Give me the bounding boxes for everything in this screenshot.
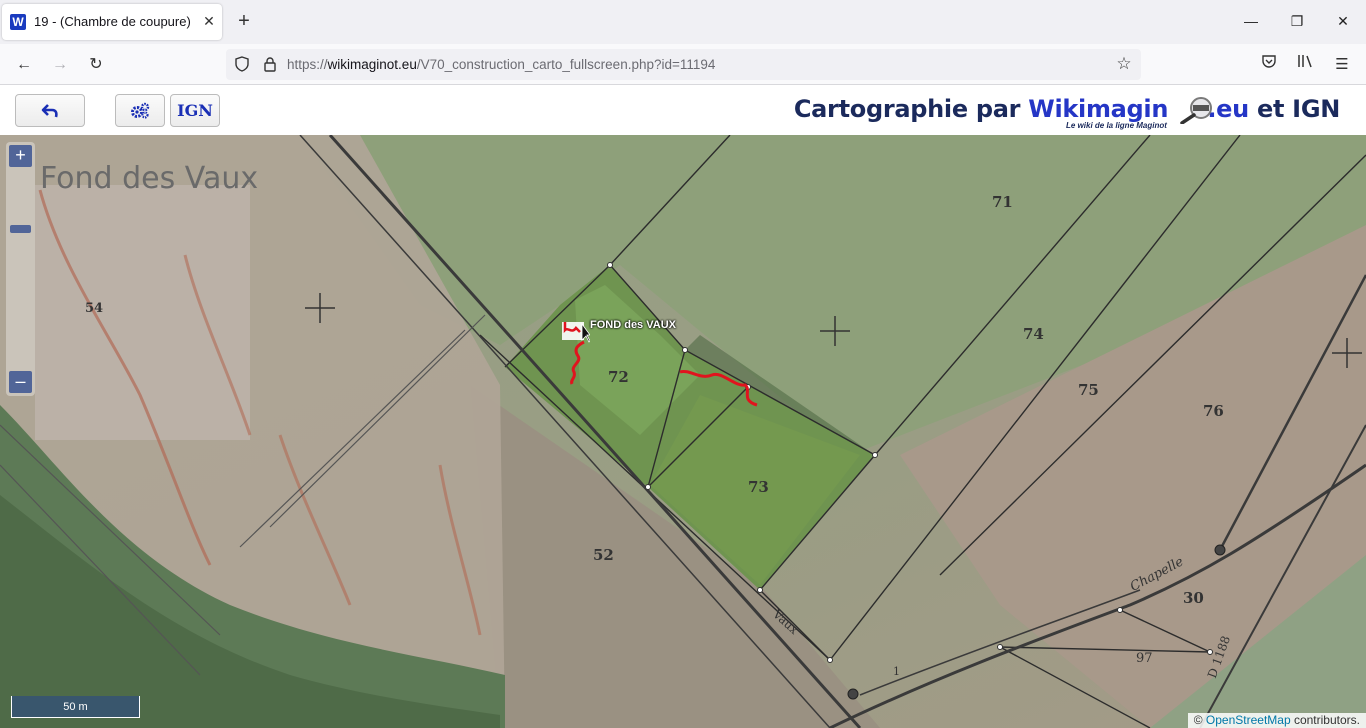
zoom-in-button[interactable]: + xyxy=(9,145,32,167)
menu-hamburger-icon[interactable]: ☰ xyxy=(1330,53,1354,77)
parcel-number: 1 xyxy=(893,665,900,678)
back-arrow-icon[interactable]: ← xyxy=(11,52,37,78)
undo-arrow-icon xyxy=(41,104,58,118)
address-bar[interactable]: https://wikimaginot.eu/V70_construction_… xyxy=(226,49,1141,80)
scale-bar: 50 m xyxy=(11,696,140,718)
url-text[interactable]: https://wikimaginot.eu/V70_construction_… xyxy=(287,57,715,72)
settings-button[interactable] xyxy=(115,94,165,127)
page-header: IGN Cartographie par Wikimagin t.eu et IG… xyxy=(0,86,1366,135)
parcel-number: 52 xyxy=(593,546,614,564)
tracking-shield-icon[interactable] xyxy=(234,56,250,72)
openstreetmap-link[interactable]: OpenStreetMap xyxy=(1206,713,1291,727)
library-icon[interactable] xyxy=(1294,53,1318,77)
zoom-control: + – xyxy=(6,142,35,396)
site-title: Cartographie par Wikimagin t.eu et IGN xyxy=(793,95,1340,123)
wikimaginot-favicon-icon: W xyxy=(10,14,26,30)
parcel-number: 75 xyxy=(1078,381,1099,399)
parcel-number: 97 xyxy=(1136,651,1153,666)
browser-tab-bar: W 19 - (Chambre de coupure) ✕ + — ❐ ✕ xyxy=(0,0,1366,44)
magnifier-logo-icon xyxy=(1180,97,1212,124)
zoom-out-button[interactable]: – xyxy=(9,371,32,393)
marker-trace-icon xyxy=(570,340,585,385)
parcel-number: 71 xyxy=(992,193,1013,211)
return-button[interactable] xyxy=(15,94,85,127)
map-tiles xyxy=(0,135,1366,728)
browser-tab[interactable]: W 19 - (Chambre de coupure) ✕ xyxy=(2,4,222,40)
restore-window-button[interactable]: ❐ xyxy=(1282,10,1312,32)
pocket-icon[interactable] xyxy=(1257,53,1281,77)
ign-layer-button[interactable]: IGN xyxy=(170,94,220,127)
tab-title: 19 - (Chambre de coupure) xyxy=(34,14,191,29)
close-window-button[interactable]: ✕ xyxy=(1328,10,1358,32)
tab-close-icon[interactable]: ✕ xyxy=(200,12,218,30)
lock-icon[interactable] xyxy=(262,56,278,72)
parcel-number: 30 xyxy=(1183,589,1204,607)
location-label: FOND des VAUX xyxy=(590,319,676,331)
map-attribution: © OpenStreetMap contributors. xyxy=(1187,713,1366,728)
map-view[interactable]: Fond des Vaux 71 74 75 76 72 73 52 30 97… xyxy=(0,135,1366,728)
browser-nav-bar: ← → ↻ https://wikimaginot.eu/V70_constru… xyxy=(0,44,1366,85)
parcel-number: 54 xyxy=(85,301,104,316)
reload-icon[interactable]: ↻ xyxy=(83,52,109,78)
gears-icon xyxy=(131,102,150,119)
toponym-fond-des-vaux: Fond des Vaux xyxy=(40,161,259,196)
new-tab-button[interactable]: + xyxy=(234,10,254,32)
site-tagline: Le wiki de la ligne Maginot xyxy=(1066,121,1167,130)
parcel-number: 74 xyxy=(1023,325,1044,343)
bookmark-star-icon[interactable]: ☆ xyxy=(1114,54,1134,74)
forward-arrow-icon[interactable]: → xyxy=(47,52,73,78)
parcel-number: 76 xyxy=(1203,402,1224,420)
zoom-slider-handle[interactable] xyxy=(10,225,31,233)
parcel-number: 73 xyxy=(748,478,769,496)
parcel-number: 72 xyxy=(608,368,629,386)
minimize-window-button[interactable]: — xyxy=(1236,10,1266,32)
